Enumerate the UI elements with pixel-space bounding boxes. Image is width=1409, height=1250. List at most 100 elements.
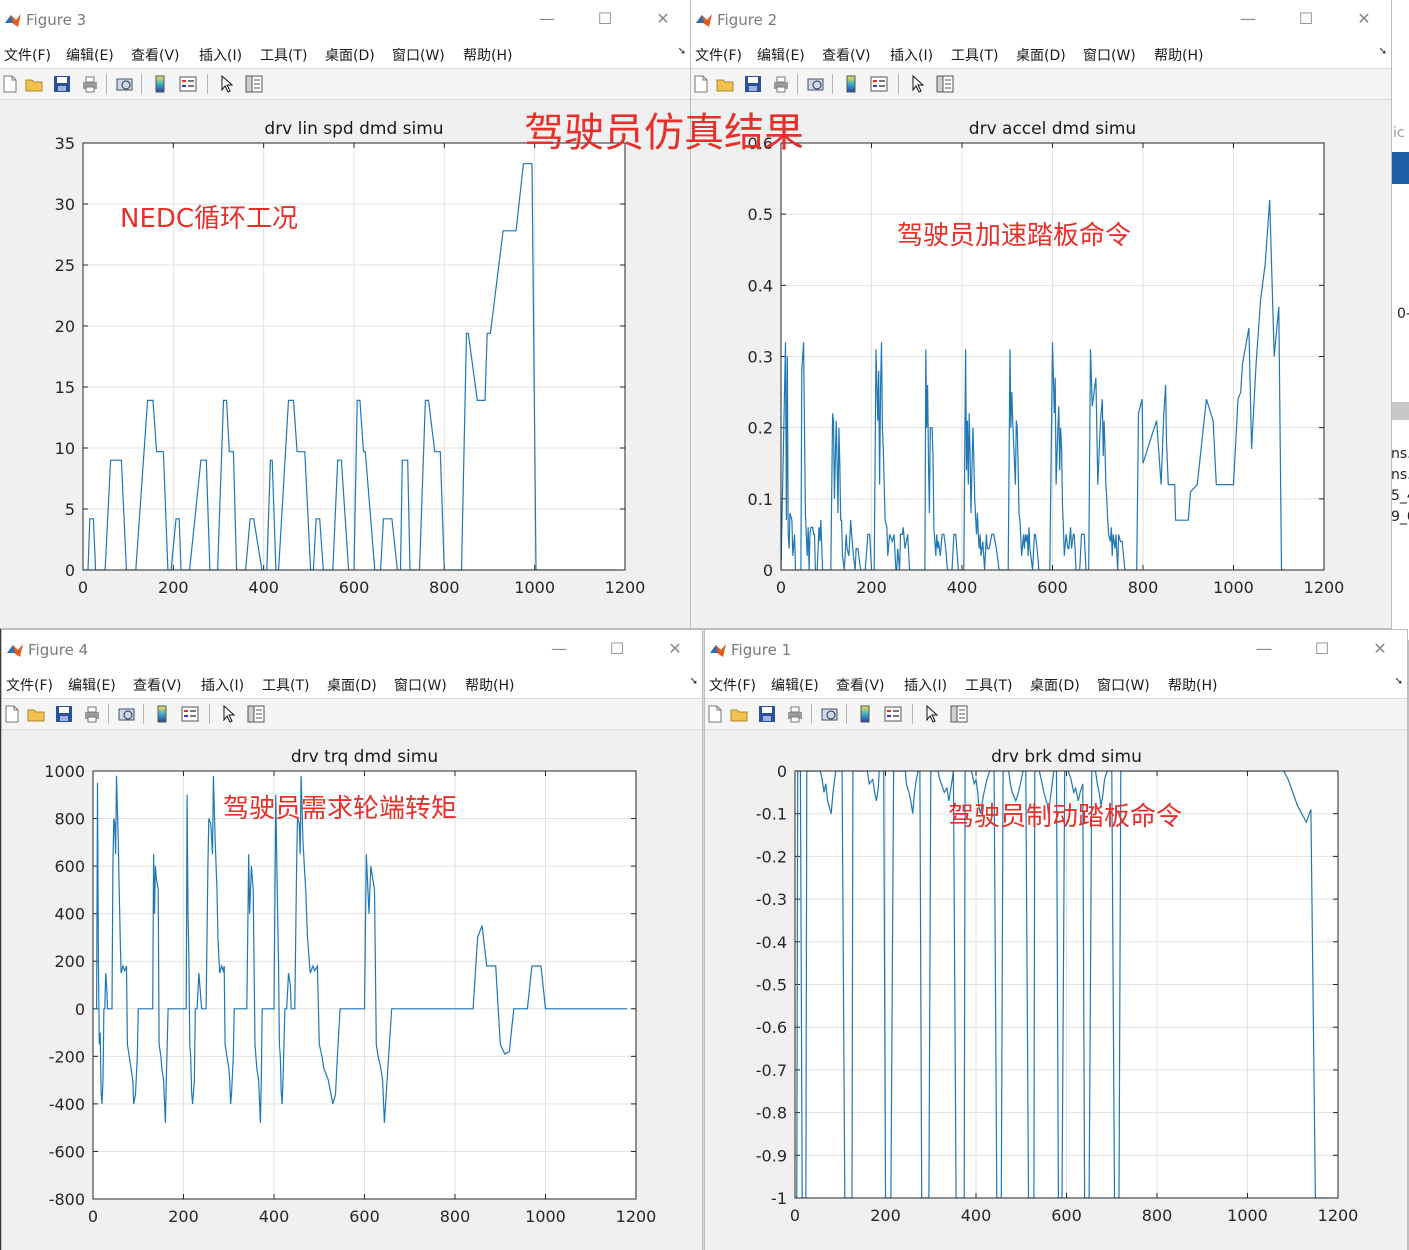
menu-overflow-arrow[interactable]: ➘ [1379,46,1387,57]
maximize-button[interactable]: ☐ [594,8,616,30]
menu-1[interactable]: 编辑(E) [771,675,819,695]
menu-overflow-arrow[interactable]: ➘ [690,676,698,687]
x-tick-label: 200 [168,1207,199,1226]
menu-6[interactable]: 窗口(W) [1097,675,1150,695]
menu-3[interactable]: 插入(I) [199,45,242,65]
property-inspector-icon[interactable] [949,704,969,724]
close-button[interactable]: ✕ [1369,638,1391,660]
menu-6[interactable]: 窗口(W) [394,675,447,695]
minimize-button[interactable]: — [1237,8,1259,30]
menu-5[interactable]: 桌面(D) [327,675,377,695]
chart-title: drv accel dmd simu [969,119,1136,139]
save-icon[interactable] [757,704,777,724]
property-inspector-icon[interactable] [246,704,266,724]
menu-2[interactable]: 查看(V) [836,675,885,695]
menu-7[interactable]: 帮助(H) [465,675,514,695]
matlab-icon [6,641,24,659]
menu-1[interactable]: 编辑(E) [757,45,805,65]
menu-0[interactable]: 文件(F) [6,675,53,695]
toolbar-separator [141,74,142,94]
save-icon[interactable] [54,704,74,724]
print-icon[interactable] [80,74,100,94]
print-preview-icon[interactable] [820,704,840,724]
select-pointer-icon[interactable] [217,74,237,94]
open-folder-icon[interactable] [715,74,735,94]
open-folder-icon[interactable] [729,704,749,724]
select-pointer-icon[interactable] [908,74,928,94]
close-button[interactable]: ✕ [1353,8,1375,30]
y-tick-label: 35 [55,134,75,153]
close-button[interactable]: ✕ [664,638,686,660]
legend-icon[interactable] [869,74,889,94]
select-pointer-icon[interactable] [219,704,239,724]
print-preview-icon[interactable] [806,74,826,94]
property-inspector-icon[interactable] [244,74,264,94]
menu-3[interactable]: 插入(I) [904,675,947,695]
x-tick-label: 1200 [605,578,646,597]
maximize-button[interactable]: ☐ [1295,8,1317,30]
menu-2[interactable]: 查看(V) [822,45,871,65]
menu-7[interactable]: 帮助(H) [1154,45,1203,65]
open-folder-icon[interactable] [26,704,46,724]
minimize-button[interactable]: — [1253,638,1275,660]
new-file-icon[interactable] [0,74,20,94]
menu-4[interactable]: 工具(T) [951,45,998,65]
y-tick-label: 200 [54,952,85,971]
colorbar-icon[interactable] [152,704,172,724]
save-icon[interactable] [743,74,763,94]
menu-0[interactable]: 文件(F) [695,45,742,65]
menu-overflow-arrow[interactable]: ➘ [1395,676,1403,687]
menu-0[interactable]: 文件(F) [709,675,756,695]
print-icon[interactable] [82,704,102,724]
menu-1[interactable]: 编辑(E) [66,45,114,65]
colorbar-icon[interactable] [855,704,875,724]
toolbar [2,699,702,730]
menu-4[interactable]: 工具(T) [965,675,1012,695]
menu-overflow-arrow[interactable]: ➘ [678,46,686,57]
x-tick-label: 1000 [1213,578,1254,597]
maximize-button[interactable]: ☐ [1311,638,1333,660]
menu-5[interactable]: 桌面(D) [325,45,375,65]
line-plot: 0 200 400 600 800 1000 120000.10.20.30.40.50.6… [748,119,1345,597]
print-preview-icon[interactable] [115,74,135,94]
maximize-button[interactable]: ☐ [606,638,628,660]
menu-1[interactable]: 编辑(E) [68,675,116,695]
new-file-icon[interactable] [705,704,725,724]
menu-bar: 文件(F) 编辑(E) 查看(V) 插入(I) 工具(T) 桌面(D) 窗口(W) 帮助(H)… [691,40,1391,69]
property-inspector-icon[interactable] [935,74,955,94]
print-preview-icon[interactable] [117,704,137,724]
menu-4[interactable]: 工具(T) [262,675,309,695]
menu-6[interactable]: 窗口(W) [1083,45,1136,65]
menu-5[interactable]: 桌面(D) [1030,675,1080,695]
menu-2[interactable]: 查看(V) [131,45,180,65]
save-icon[interactable] [52,74,72,94]
menu-4[interactable]: 工具(T) [260,45,307,65]
open-folder-icon[interactable] [24,74,44,94]
menu-2[interactable]: 查看(V) [133,675,182,695]
legend-icon[interactable] [178,74,198,94]
menu-0[interactable]: 文件(F) [4,45,51,65]
menu-3[interactable]: 插入(I) [201,675,244,695]
menu-7[interactable]: 帮助(H) [463,45,512,65]
y-tick-label: 400 [54,905,85,924]
menu-3[interactable]: 插入(I) [890,45,933,65]
menu-5[interactable]: 桌面(D) [1016,45,1066,65]
x-tick-label: 600 [349,1207,380,1226]
select-pointer-icon[interactable] [922,704,942,724]
print-icon[interactable] [771,74,791,94]
figure-window-4: Figure 4 — ☐ ✕ 文件(F) 编辑(E) 查看(V) 插入(I) 工具(T) 桌面(D… [2,630,702,1250]
y-tick-label: 800 [54,810,85,829]
new-file-icon[interactable] [2,704,22,724]
legend-icon[interactable] [883,704,903,724]
print-icon[interactable] [785,704,805,724]
menu-6[interactable]: 窗口(W) [392,45,445,65]
y-tick-label: -0.3 [756,890,787,909]
new-file-icon[interactable] [691,74,711,94]
menu-7[interactable]: 帮助(H) [1168,675,1217,695]
minimize-button[interactable]: — [536,8,558,30]
close-button[interactable]: ✕ [652,8,674,30]
legend-icon[interactable] [180,704,200,724]
colorbar-icon[interactable] [841,74,861,94]
minimize-button[interactable]: — [548,638,570,660]
colorbar-icon[interactable] [150,74,170,94]
